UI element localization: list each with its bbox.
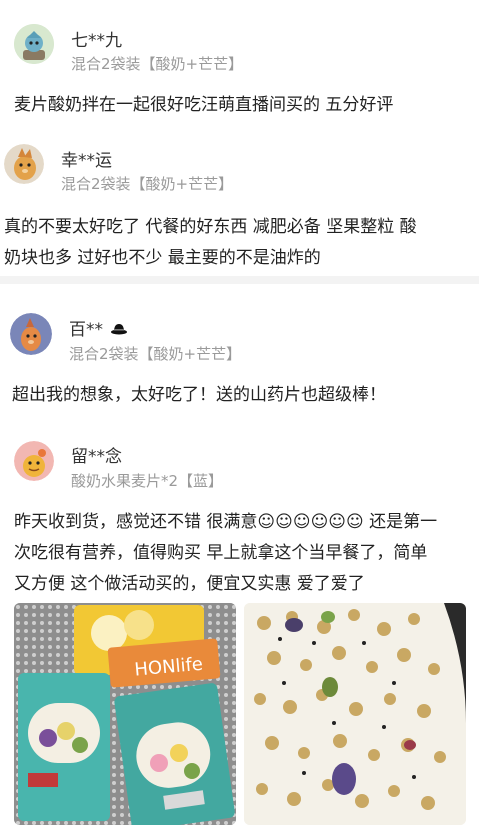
- avatar[interactable]: [4, 144, 44, 184]
- review-item: 百** 混合2袋装【酸奶+芒芒】 超出我的想象，太好吃了！送的山药片也超级棒！: [0, 290, 479, 425]
- review-item: 留**念 酸奶水果麦片*2【蓝】 昨天收到货，感觉还不错 很满意☺☺☺☺☺☺ 还…: [0, 425, 479, 827]
- review-text: 超出我的想象，太好吃了！送的山药片也超级棒！: [12, 385, 386, 405]
- product-variant: 混合2袋装【酸奶+芒芒】: [69, 345, 242, 363]
- avatar[interactable]: [14, 441, 54, 481]
- avatar[interactable]: [14, 24, 54, 64]
- avatar[interactable]: [10, 313, 52, 355]
- review-text: 昨天收到货，感觉还不错 很满意☺☺☺☺☺☺ 还是第一 次吃很有营养，值得购买 早…: [14, 507, 437, 600]
- review-text-line: 又方便 这个做活动买的，便宜又实惠 爱了爱了: [14, 574, 365, 594]
- section-divider: [0, 276, 479, 284]
- username: 百**: [69, 315, 128, 340]
- review-text-line: 昨天收到货，感觉还不错 很满意☺☺☺☺☺☺ 还是第一: [14, 512, 438, 532]
- username-text: 百**: [69, 320, 103, 340]
- review-text: 麦片酸奶拌在一起很好吃汪萌直播间买的 五分好评: [14, 95, 394, 115]
- username: 七**九: [71, 31, 122, 51]
- review-photo-product-packages[interactable]: HONlife: [14, 603, 236, 825]
- product-variant: 酸奶水果麦片*2【蓝】: [71, 472, 224, 490]
- review-text-line: 次吃很有营养，值得购买 早上就拿这个当早餐了，简单: [14, 543, 428, 563]
- product-variant: 混合2袋装【酸奶+芒芒】: [61, 175, 234, 193]
- review-text-line: 奶块也多 过好也不少 最主要的不是油炸的: [4, 248, 321, 268]
- username: 留**念: [71, 447, 122, 467]
- product-variant: 混合2袋装【酸奶+芒芒】: [71, 55, 244, 73]
- username: 幸**运: [61, 151, 112, 171]
- review-photo-cereal-bowl[interactable]: [244, 603, 466, 825]
- review-text: 真的不要太好吃了 代餐的好东西 减肥必备 坚果整粒 酸 奶块也多 过好也不少 最…: [4, 212, 417, 274]
- review-item: 幸**运 混合2袋装【酸奶+芒芒】 真的不要太好吃了 代餐的好东西 减肥必备 坚…: [0, 130, 479, 270]
- review-item: 七**九 混合2袋装【酸奶+芒芒】 麦片酸奶拌在一起很好吃汪萌直播间买的 五分好…: [0, 0, 479, 130]
- review-text-line: 真的不要太好吃了 代餐的好东西 减肥必备 坚果整粒 酸: [4, 217, 417, 237]
- hat-emoji-icon: [110, 320, 128, 340]
